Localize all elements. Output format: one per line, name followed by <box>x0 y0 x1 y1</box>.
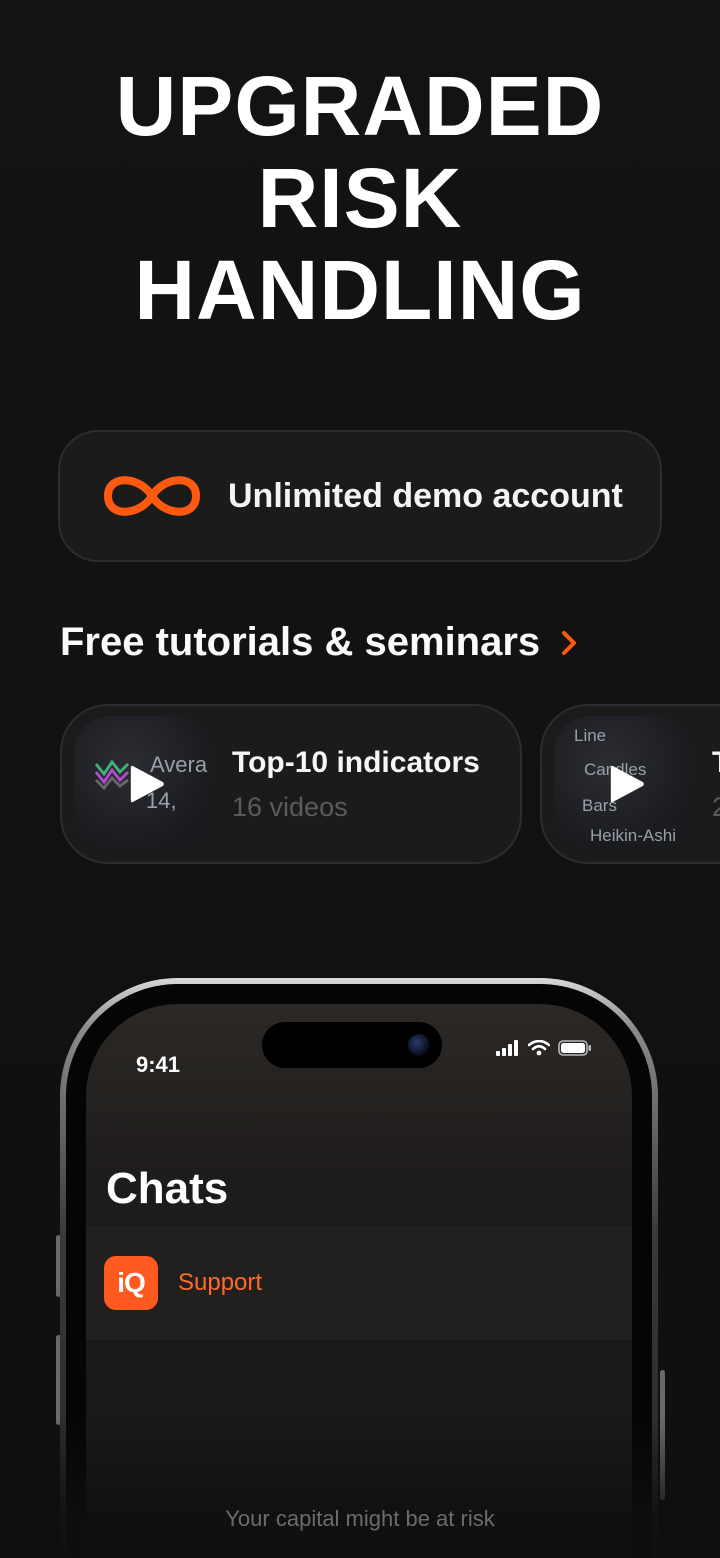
tutorials-section-link[interactable]: Free tutorials & seminars <box>60 620 578 665</box>
tutorials-section-title: Free tutorials & seminars <box>60 620 541 664</box>
play-icon <box>610 765 644 803</box>
status-time: 9:41 <box>136 1052 181 1077</box>
tutorial-card[interactable]: Line Candles Bars Heikin-Ashi T 2 <box>540 704 720 864</box>
risk-disclaimer: Your capital might be at risk <box>225 1506 495 1531</box>
chevron-right-icon <box>562 630 577 655</box>
infinity-icon <box>104 476 200 516</box>
headline-line-1: UPGRADED <box>115 59 605 153</box>
battery-icon <box>558 1040 591 1056</box>
tutorial-thumbnail: Line Candles Bars Heikin-Ashi <box>554 716 690 852</box>
tutorial-count: 2 <box>712 791 720 822</box>
chats-title: Chats <box>106 1164 229 1213</box>
tutorial-count: 16 videos <box>232 791 348 822</box>
headline-line-2: RISK <box>257 151 463 245</box>
headline: UPGRADED RISK HANDLING <box>0 60 720 336</box>
thumb-text: Line <box>574 726 607 745</box>
phone-mockup: 9:41 Chats iQ Support <box>60 978 658 1558</box>
camera-icon <box>408 1034 430 1056</box>
phone-screen: 9:41 Chats iQ Support <box>86 1004 632 1558</box>
demo-account-label: Unlimited demo account <box>228 476 623 515</box>
wifi-icon <box>528 1040 550 1056</box>
tutorial-title: T <box>712 746 720 780</box>
signal-icon <box>496 1040 518 1056</box>
tutorial-title: Top-10 indicators <box>232 745 480 779</box>
tutorial-card[interactable]: Avera 14, Top-10 indicators 16 videos <box>60 704 522 864</box>
promo-page: UPGRADED RISK HANDLING Unlimited demo ac… <box>0 0 720 1558</box>
support-avatar: iQ <box>104 1256 158 1310</box>
dynamic-island <box>262 1022 442 1068</box>
phone-side-button <box>660 1370 665 1500</box>
play-icon <box>130 765 164 803</box>
chat-name: Support <box>178 1269 263 1296</box>
demo-account-banner[interactable]: Unlimited demo account <box>58 430 662 562</box>
headline-line-3: HANDLING <box>134 243 586 337</box>
tutorial-thumbnail: Avera 14, <box>74 716 210 852</box>
chat-row[interactable]: iQ Support <box>86 1226 632 1340</box>
status-icons <box>496 1040 592 1056</box>
avatar-logo-text: iQ <box>117 1267 146 1298</box>
thumb-text: Heikin-Ashi <box>590 826 676 845</box>
